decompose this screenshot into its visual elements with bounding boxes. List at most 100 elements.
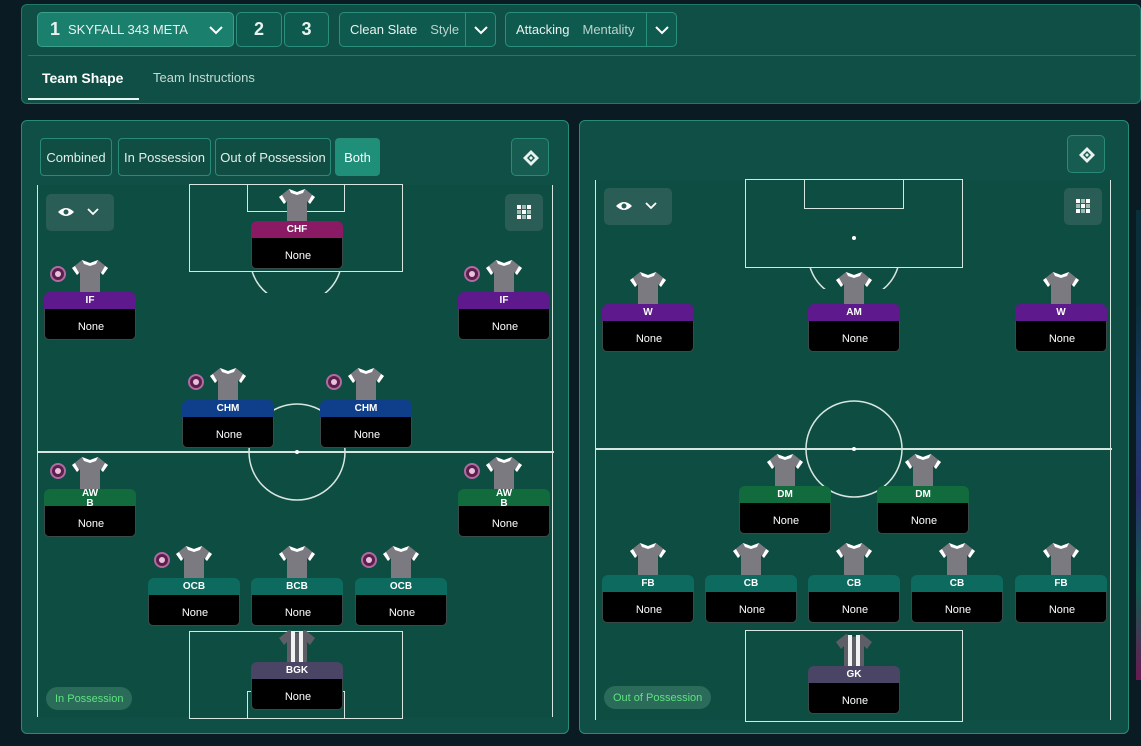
player-info: None [251, 595, 343, 626]
eye-icon [58, 208, 74, 216]
player-slot[interactable]: CHM None [182, 366, 274, 450]
duty-icon[interactable] [154, 552, 170, 568]
duty-icon[interactable] [188, 374, 204, 390]
mentality-dropdown-arrow[interactable] [646, 13, 676, 46]
player-slot[interactable]: FB None [602, 541, 694, 625]
penalty-spot-top [852, 236, 856, 240]
player-slot[interactable]: CHF None [251, 187, 343, 271]
shirt-icon [733, 543, 769, 576]
player-slot[interactable]: IF None [44, 258, 136, 342]
player-slot[interactable]: AW B None [458, 455, 550, 539]
shirt-icon [630, 272, 666, 305]
player-slot[interactable]: CB None [911, 541, 1003, 625]
tactic-slot-label: 2 [253, 19, 264, 39]
phase-label: Out of Possession [604, 686, 712, 709]
tactic-slot-3-button[interactable]: 3 [284, 12, 329, 47]
tactics-header: 1 SKYFALL 343 META 2 3 Clean Slate Style… [21, 4, 1141, 104]
duty-icon[interactable] [326, 374, 342, 390]
chevron-down-icon [645, 202, 657, 210]
player-slot[interactable]: OCB None [355, 544, 447, 628]
duty-icon[interactable] [50, 266, 66, 282]
centre-spot [852, 447, 856, 451]
player-info: None [44, 309, 136, 340]
phase-label: In Possession [46, 687, 133, 710]
chevron-down-icon [87, 208, 99, 216]
centre-spot [295, 450, 299, 454]
tactic-slot-2-button[interactable]: 2 [236, 12, 282, 47]
style-dropdown-arrow[interactable] [465, 13, 495, 46]
segment-in-possession[interactable]: In Possession [118, 138, 211, 176]
player-name: None [491, 321, 519, 333]
player-slot[interactable]: IF None [458, 258, 550, 342]
player-info: None [911, 592, 1003, 623]
chevron-down-icon [474, 26, 488, 35]
player-name: None [284, 250, 312, 262]
player-info: None [251, 679, 343, 710]
player-slot[interactable]: W None [1015, 270, 1107, 354]
chevron-down-icon [655, 26, 669, 35]
shirt-icon [72, 457, 108, 490]
tab-team-shape[interactable]: Team Shape [42, 70, 123, 86]
style-label: Style [430, 22, 460, 37]
view-options-button[interactable] [604, 188, 672, 225]
duty-icon[interactable] [361, 552, 377, 568]
duty-icon[interactable] [464, 463, 480, 479]
shirt-icon [279, 630, 315, 663]
penalty-arc-top [251, 271, 341, 293]
player-slot[interactable]: FB None [1015, 541, 1107, 625]
player-name: None [841, 695, 869, 707]
player-slot[interactable]: CHM None [320, 366, 412, 450]
shirt-icon [836, 272, 872, 305]
player-name: None [635, 604, 663, 616]
shirt-icon [348, 368, 384, 401]
player-slot[interactable]: AW B None [44, 455, 136, 539]
swap-pitch-button[interactable] [1067, 135, 1105, 173]
duty-icon[interactable] [464, 266, 480, 282]
player-slot[interactable]: DM None [739, 452, 831, 536]
player-name: None [284, 607, 312, 619]
player-slot[interactable]: OCB None [148, 544, 240, 628]
player-name: None [388, 607, 416, 619]
player-slot[interactable]: BGK None [251, 628, 343, 712]
player-info: None [458, 506, 550, 537]
grid-icon [1076, 199, 1090, 213]
view-options-button[interactable] [46, 194, 114, 231]
player-slot[interactable]: AM None [808, 270, 900, 354]
style-dropdown[interactable]: Clean Slate Style [339, 12, 496, 47]
player-info: None [44, 506, 136, 537]
grid-view-button[interactable] [505, 194, 543, 231]
player-slot[interactable]: CB None [808, 541, 900, 625]
player-slot[interactable]: W None [602, 270, 694, 354]
shirt-icon [1043, 272, 1079, 305]
player-slot[interactable]: GK None [808, 632, 900, 716]
mentality-label: Mentality [582, 22, 635, 37]
player-name: None [738, 604, 766, 616]
shirt-icon [905, 454, 941, 487]
player-name: None [944, 604, 972, 616]
player-info: None [251, 238, 343, 269]
swap-pitch-button[interactable] [511, 138, 549, 176]
segment-out-of-possession[interactable]: Out of Possession [215, 138, 331, 176]
tactic-slot-1-dropdown[interactable]: 1 SKYFALL 343 META [37, 12, 234, 47]
player-slot[interactable]: CB None [705, 541, 797, 625]
segment-combined[interactable]: Combined [40, 138, 112, 176]
mentality-value: Attacking [516, 22, 570, 37]
duty-icon[interactable] [50, 463, 66, 479]
pitch-swap-icon [1079, 147, 1095, 163]
tab-team-instructions[interactable]: Team Instructions [153, 70, 255, 85]
grid-view-button[interactable] [1064, 188, 1102, 225]
segment-both[interactable]: Both [335, 138, 380, 176]
player-name: None [772, 515, 800, 527]
shirt-icon [486, 260, 522, 293]
mentality-dropdown[interactable]: Attacking Mentality [505, 12, 677, 47]
player-info: None [1015, 321, 1107, 352]
pitch-swap-icon [523, 150, 539, 166]
player-slot[interactable]: DM None [877, 452, 969, 536]
player-slot[interactable]: BCB None [251, 544, 343, 628]
shirt-icon [630, 543, 666, 576]
side-strip [1136, 210, 1141, 680]
shirt-icon [383, 546, 419, 579]
player-name: None [77, 321, 105, 333]
shirt-icon [836, 634, 872, 667]
player-info: None [739, 503, 831, 534]
